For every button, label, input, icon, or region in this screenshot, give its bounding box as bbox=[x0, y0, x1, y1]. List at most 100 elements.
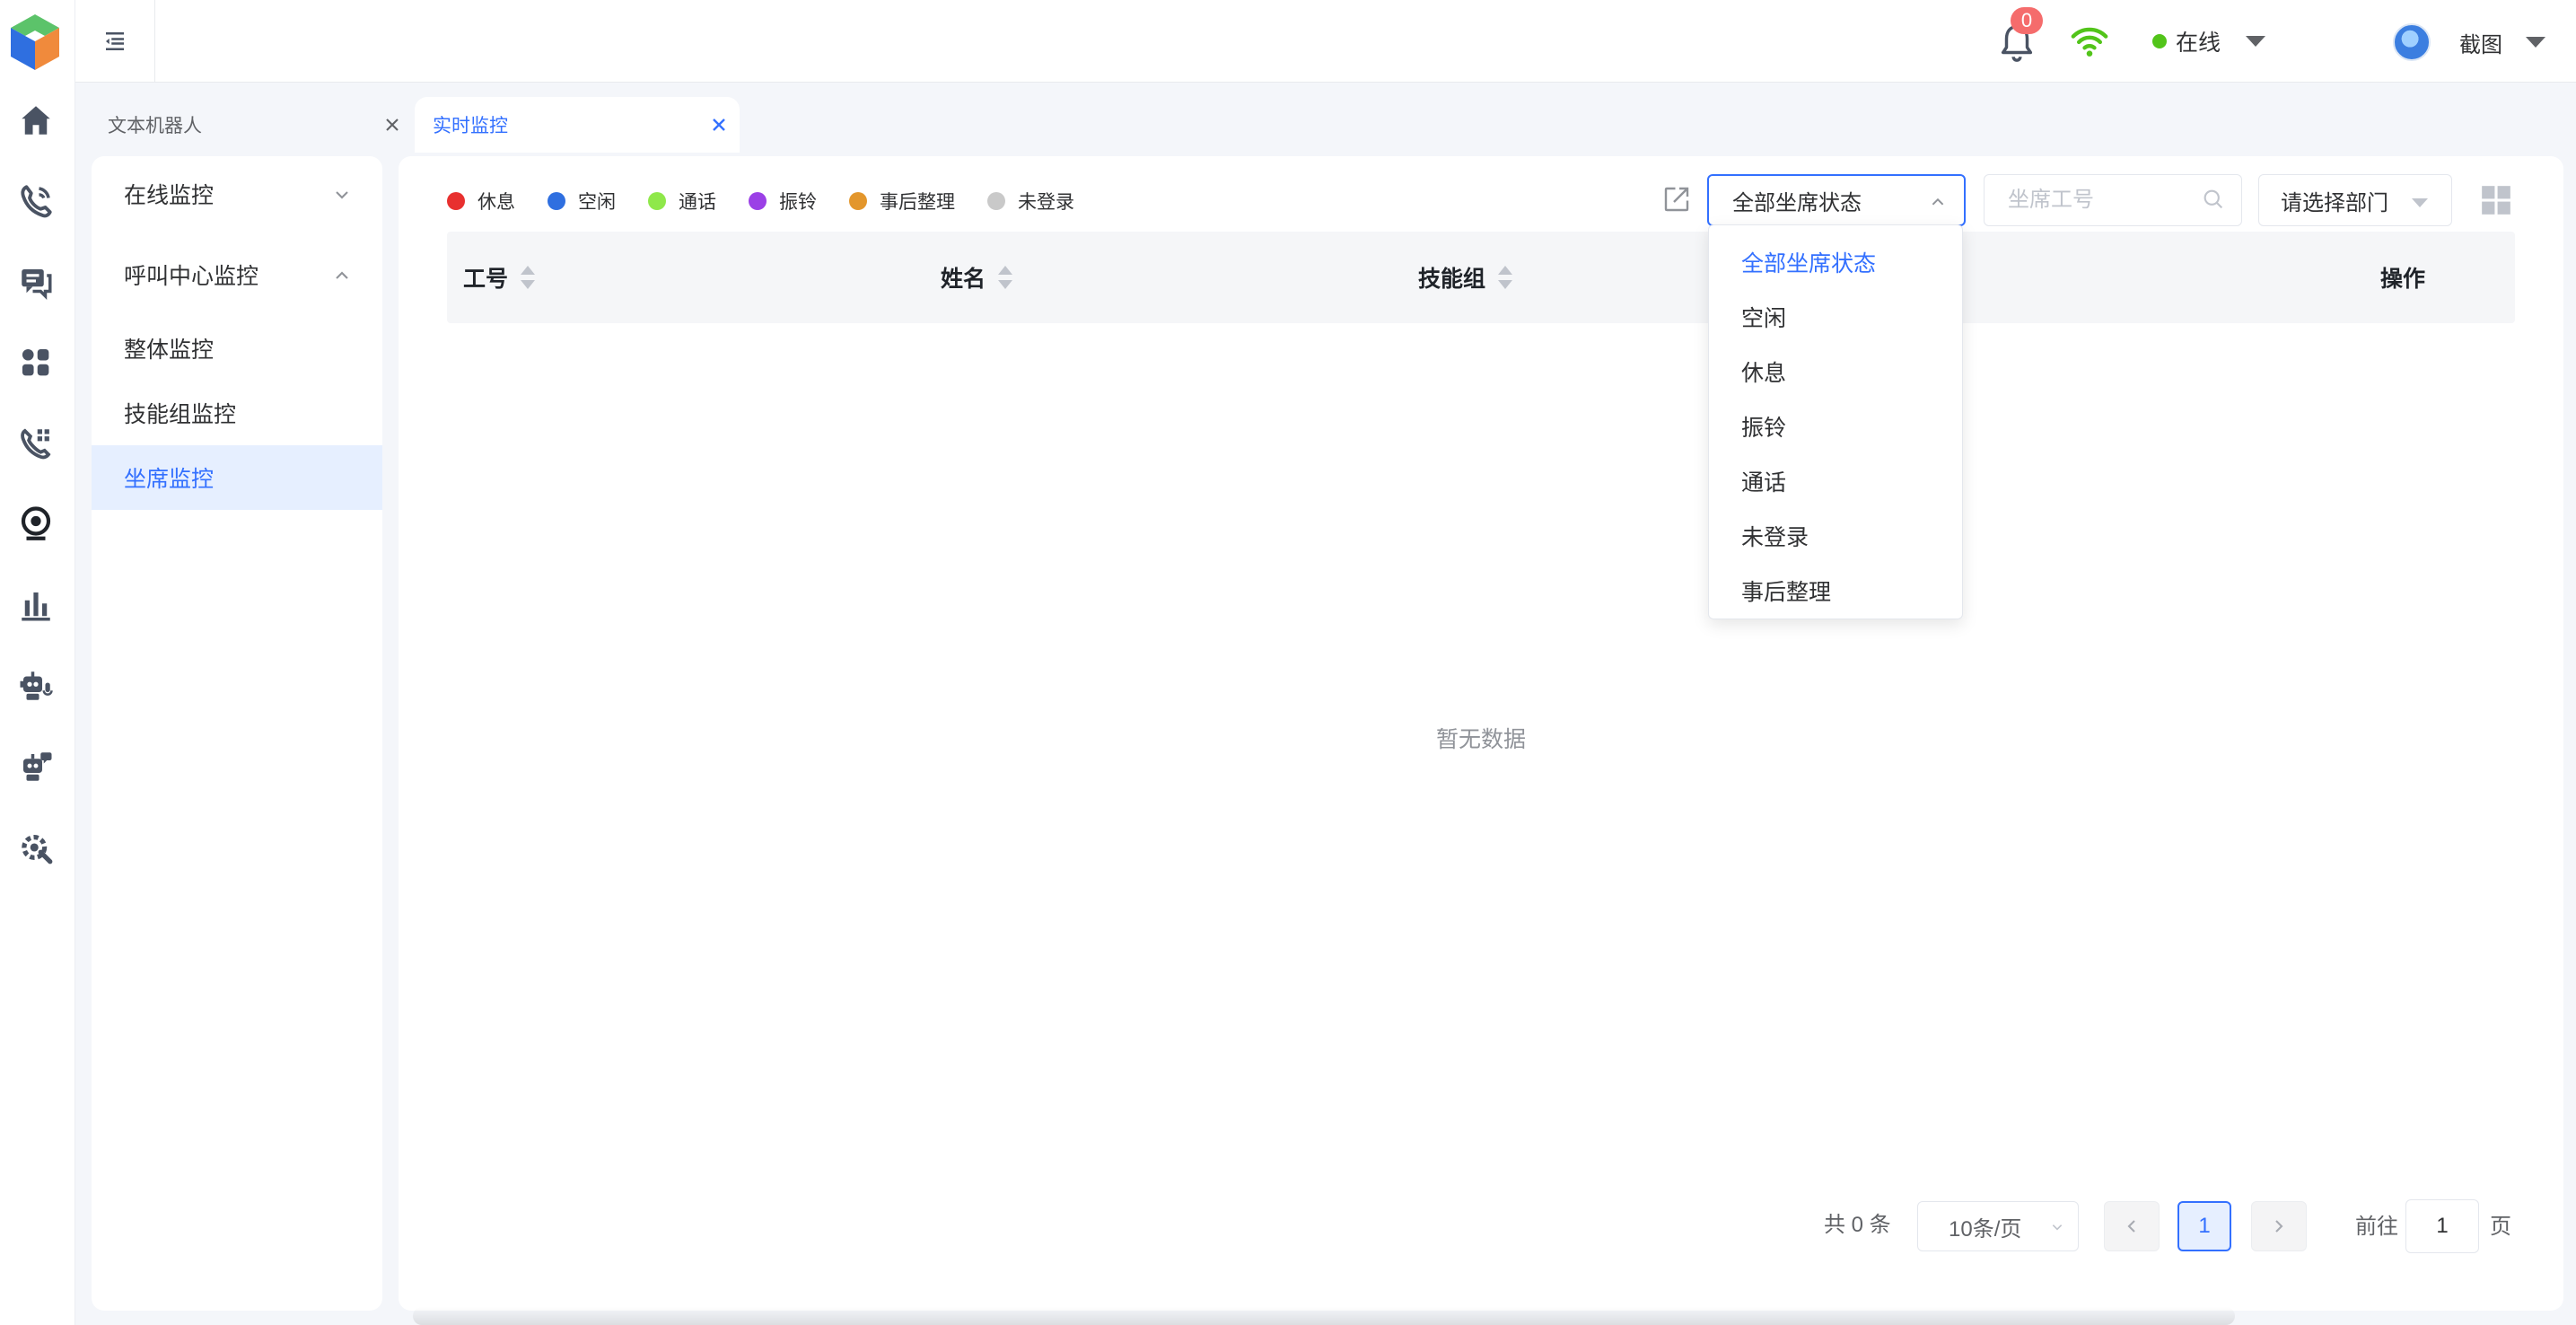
menu-group-callcenter-monitor[interactable]: 呼叫中心监控 bbox=[92, 248, 382, 302]
legend-label: 事后整理 bbox=[880, 192, 955, 213]
legend-dot bbox=[548, 192, 565, 210]
close-icon[interactable] bbox=[707, 113, 731, 136]
goto-page-input[interactable] bbox=[2405, 1199, 2479, 1253]
monitor-camera-icon[interactable] bbox=[11, 499, 61, 549]
apps-grid-icon[interactable] bbox=[11, 338, 61, 388]
phone-call-icon[interactable] bbox=[11, 176, 61, 226]
tab-realtime-monitor[interactable]: 实时监控 bbox=[415, 97, 740, 153]
chevron-down-icon bbox=[336, 191, 348, 199]
agent-monitor-panel: 休息 空闲 通话 振铃 事后整理 未登录 全部坐席状态 请选择部门 工号 bbox=[399, 156, 2563, 1311]
sort-icon[interactable] bbox=[1498, 266, 1513, 289]
chat-robot-icon[interactable] bbox=[11, 741, 61, 792]
legend-label: 空闲 bbox=[578, 192, 616, 213]
column-label: 姓名 bbox=[941, 267, 986, 292]
menu-item-label: 技能组监控 bbox=[124, 402, 237, 427]
dropdown-option-offline[interactable]: 未登录 bbox=[1709, 508, 1964, 563]
tab-label: 文本机器人 bbox=[108, 116, 202, 136]
page-size-select[interactable]: 10条/页 bbox=[1917, 1201, 2079, 1251]
left-nav-rail bbox=[0, 0, 75, 1325]
phone-keypad-icon[interactable] bbox=[11, 418, 61, 469]
status-label: 在线 bbox=[2176, 31, 2221, 56]
app-root: 0 在线 截图 文本机器人 实时监控 在线监控 呼叫中心监控 整体监控 技能组监… bbox=[0, 0, 2576, 1325]
status-online-dot bbox=[2152, 34, 2167, 48]
legend-label: 未登录 bbox=[1018, 192, 1074, 213]
table-header: 工号 姓名 技能组 操作 bbox=[447, 232, 2515, 323]
sort-icon[interactable] bbox=[521, 266, 536, 289]
tab-text-robot[interactable]: 文本机器人 bbox=[75, 97, 413, 153]
page-number-current[interactable]: 1 bbox=[2177, 1201, 2231, 1251]
department-select[interactable]: 请选择部门 bbox=[2258, 174, 2452, 226]
legend-item-offline: 未登录 bbox=[987, 188, 1074, 215]
close-icon[interactable] bbox=[381, 113, 404, 136]
menu-group-label: 在线监控 bbox=[124, 183, 215, 208]
caret-down-icon bbox=[2526, 37, 2545, 48]
voice-robot-icon[interactable] bbox=[11, 661, 61, 711]
agent-status-dropdown[interactable]: 在线 bbox=[2152, 25, 2266, 57]
tab-label: 实时监控 bbox=[433, 116, 508, 136]
legend-dot bbox=[648, 192, 666, 210]
legend-item-ringing: 振铃 bbox=[749, 188, 817, 215]
column-header-agent-id[interactable]: 工号 bbox=[463, 232, 536, 323]
page-tabs: 文本机器人 实时监控 bbox=[75, 90, 2576, 153]
goto-suffix: 页 bbox=[2490, 1215, 2511, 1239]
agent-id-search-input[interactable] bbox=[1984, 174, 2242, 226]
agent-status-select[interactable]: 全部坐席状态 bbox=[1707, 174, 1966, 226]
legend-item-wrapup: 事后整理 bbox=[849, 188, 955, 215]
settings-tools-icon[interactable] bbox=[11, 822, 61, 873]
next-page-button[interactable] bbox=[2251, 1201, 2307, 1251]
status-select-value: 全部坐席状态 bbox=[1732, 190, 1862, 215]
empty-state-text: 暂无数据 bbox=[1435, 727, 1526, 752]
dropdown-option-all[interactable]: 全部坐席状态 bbox=[1709, 234, 1964, 289]
sidebar-item-overall-monitor[interactable]: 整体监控 bbox=[92, 316, 382, 381]
dropdown-option-rest[interactable]: 休息 bbox=[1709, 344, 1964, 399]
sort-icon[interactable] bbox=[998, 266, 1013, 289]
bar-chart-icon[interactable] bbox=[11, 580, 61, 630]
user-menu[interactable]: 截图 bbox=[2393, 22, 2545, 63]
sidebar-item-skillgroup-monitor[interactable]: 技能组监控 bbox=[92, 381, 382, 445]
dropdown-option-wrapup[interactable]: 事后整理 bbox=[1709, 563, 1964, 618]
column-header-name[interactable]: 姓名 bbox=[941, 232, 1013, 323]
app-logo[interactable] bbox=[5, 11, 65, 74]
grid-view-icon[interactable] bbox=[2479, 183, 2513, 217]
chevron-down-icon bbox=[2052, 1224, 2063, 1231]
menu-group-online-monitor[interactable]: 在线监控 bbox=[92, 167, 382, 221]
menu-group-label: 呼叫中心监控 bbox=[124, 264, 259, 289]
prev-page-button[interactable] bbox=[2104, 1201, 2160, 1251]
chat-icon[interactable] bbox=[11, 257, 61, 307]
chevron-up-icon bbox=[1932, 197, 1944, 206]
dropdown-option-idle[interactable]: 空闲 bbox=[1709, 289, 1964, 344]
legend-label: 休息 bbox=[478, 192, 515, 213]
sidebar-item-agent-monitor[interactable]: 坐席监控 bbox=[92, 445, 382, 510]
dropdown-option-ringing[interactable]: 振铃 bbox=[1709, 399, 1964, 453]
wifi-icon bbox=[2070, 23, 2109, 59]
column-label: 操作 bbox=[2380, 267, 2426, 292]
caret-down-icon bbox=[2412, 198, 2428, 207]
chevron-right-icon bbox=[2275, 1220, 2283, 1233]
pagination-total: 共 0 条 bbox=[1824, 1213, 1891, 1237]
goto-label: 前往 bbox=[2355, 1215, 2398, 1239]
monitor-side-menu: 在线监控 呼叫中心监控 整体监控 技能组监控 坐席监控 bbox=[92, 156, 382, 1311]
home-icon[interactable] bbox=[11, 95, 61, 145]
legend-item-idle: 空闲 bbox=[548, 188, 616, 215]
column-header-actions: 操作 bbox=[2380, 232, 2425, 323]
dropdown-option-talking[interactable]: 通话 bbox=[1709, 453, 1964, 508]
page-size-value: 10条/页 bbox=[1949, 1216, 2022, 1242]
collapse-menu-icon[interactable] bbox=[97, 23, 133, 59]
legend-dot bbox=[749, 192, 767, 210]
export-icon[interactable] bbox=[1660, 183, 1693, 215]
department-select-placeholder: 请选择部门 bbox=[2281, 190, 2388, 215]
legend-item-talking: 通话 bbox=[648, 188, 716, 215]
legend-dot bbox=[849, 192, 867, 210]
column-label: 工号 bbox=[463, 267, 509, 292]
status-legend: 休息 空闲 通话 振铃 事后整理 未登录 bbox=[447, 183, 1107, 219]
column-header-skill-group[interactable]: 技能组 bbox=[1418, 232, 1513, 323]
menu-item-label: 坐席监控 bbox=[124, 467, 215, 492]
legend-label: 通话 bbox=[679, 192, 716, 213]
legend-dot bbox=[447, 192, 465, 210]
legend-item-rest: 休息 bbox=[447, 188, 515, 215]
chevron-up-icon bbox=[336, 271, 348, 279]
column-label: 技能组 bbox=[1418, 267, 1486, 292]
topbar-divider bbox=[154, 0, 155, 83]
legend-label: 振铃 bbox=[779, 192, 817, 213]
legend-dot bbox=[987, 192, 1005, 210]
